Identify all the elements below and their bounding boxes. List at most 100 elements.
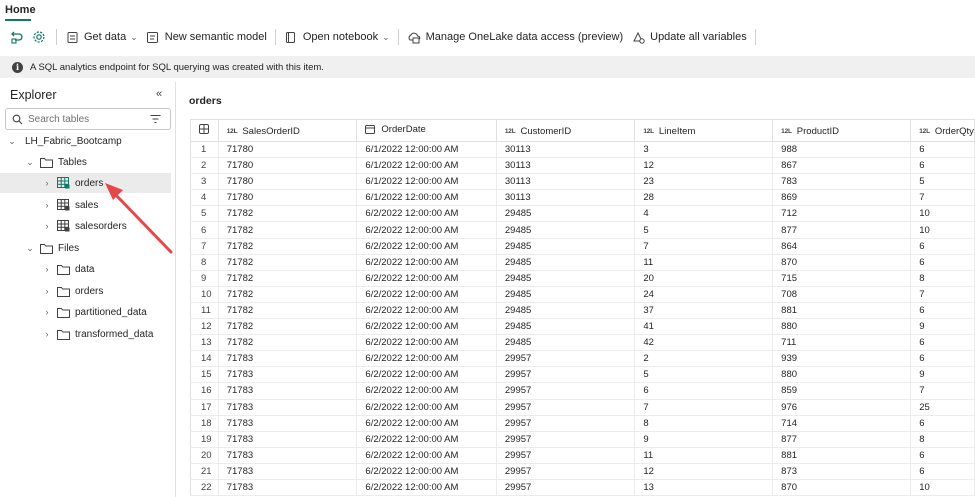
table-cell[interactable]: 881 — [772, 447, 912, 464]
tree-item-table-salesorders[interactable]: › salesorders — [0, 216, 171, 236]
tree-item-table-orders[interactable]: › orders — [0, 173, 171, 193]
table-cell[interactable]: 880 — [772, 366, 912, 384]
table-cell[interactable]: 29485 — [496, 238, 636, 255]
table-cell[interactable]: 877 — [772, 431, 912, 448]
table-cell[interactable]: 2 — [634, 350, 774, 368]
get-data-button[interactable]: Get data ⌄ — [61, 27, 142, 47]
table-cell[interactable]: 25 — [910, 399, 975, 416]
tree-item-table-sales[interactable]: › sales — [0, 195, 171, 215]
table-cell[interactable]: 6/2/2022 12:00:00 AM — [356, 302, 497, 320]
table-cell[interactable]: 5 — [634, 221, 774, 239]
filter-icon[interactable] — [150, 114, 161, 124]
table-cell[interactable]: 7 — [910, 189, 975, 207]
open-notebook-button[interactable]: Open notebook ⌄ — [280, 27, 394, 47]
table-cell[interactable]: 6/2/2022 12:00:00 AM — [356, 205, 497, 223]
table-cell[interactable]: 864 — [772, 238, 912, 255]
table-cell[interactable]: 71782 — [218, 318, 358, 336]
table-cell[interactable]: 29957 — [496, 399, 636, 416]
table-row[interactable]: 17 71783 6/2/2022 12:00:00 AM 29957 7 976 25 — [190, 399, 975, 416]
table-cell[interactable]: 939 — [772, 350, 912, 368]
table-cell[interactable]: 708 — [772, 286, 912, 303]
table-cell[interactable]: 29957 — [496, 366, 636, 384]
table-cell[interactable]: 6/2/2022 12:00:00 AM — [356, 221, 497, 239]
column-header-lineitem[interactable]: 12L LineItem — [634, 119, 774, 142]
table-cell[interactable]: 29485 — [496, 254, 636, 271]
table-cell[interactable]: 880 — [772, 318, 912, 336]
table-row[interactable]: 2 71780 6/1/2022 12:00:00 AM 30113 12 867 6 — [190, 157, 975, 175]
table-cell[interactable]: 9 — [910, 366, 975, 384]
table-cell[interactable]: 6 — [910, 157, 975, 175]
table-cell[interactable]: 71783 — [218, 415, 358, 432]
table-cell[interactable]: 71780 — [218, 141, 358, 159]
column-header-salesorderid[interactable]: 12L SalesOrderID — [217, 119, 358, 142]
table-row[interactable]: 5 71782 6/2/2022 12:00:00 AM 29485 4 712 10 — [190, 205, 975, 223]
table-row[interactable]: 12 71782 6/2/2022 12:00:00 AM 29485 41 880 9 — [190, 318, 975, 336]
table-cell[interactable]: 71782 — [218, 286, 358, 303]
table-row[interactable]: 10 71782 6/2/2022 12:00:00 AM 29485 24 708 7 — [190, 286, 975, 303]
table-cell[interactable]: 29485 — [496, 334, 636, 352]
table-cell[interactable]: 71782 — [218, 270, 358, 287]
table-cell[interactable]: 41 — [634, 318, 774, 336]
table-cell[interactable]: 42 — [634, 334, 774, 352]
table-cell[interactable]: 859 — [772, 382, 912, 400]
table-cell[interactable]: 4 — [634, 205, 774, 223]
table-cell[interactable]: 8 — [634, 415, 774, 432]
table-cell[interactable]: 29957 — [496, 350, 636, 368]
table-row[interactable]: 14 71783 6/2/2022 12:00:00 AM 29957 2 939 6 — [190, 350, 975, 368]
table-cell[interactable]: 13 — [634, 479, 774, 497]
table-cell[interactable]: 71782 — [218, 254, 358, 271]
table-cell[interactable]: 7 — [634, 238, 774, 255]
tree-item-files-folder[interactable]: ⌄ Files — [0, 238, 171, 258]
table-cell[interactable]: 29485 — [496, 302, 636, 320]
table-row[interactable]: 18 71783 6/2/2022 12:00:00 AM 29957 8 714 6 — [190, 415, 975, 432]
table-row[interactable]: 11 71782 6/2/2022 12:00:00 AM 29485 37 881 6 — [190, 302, 975, 320]
tree-item-tables-folder[interactable]: ⌄ Tables — [0, 152, 171, 172]
table-row[interactable]: 15 71783 6/2/2022 12:00:00 AM 29957 5 880 9 — [190, 366, 975, 384]
table-cell[interactable]: 29485 — [496, 318, 636, 336]
table-cell[interactable]: 29485 — [496, 205, 636, 223]
select-all-icon[interactable] — [190, 119, 219, 142]
column-header-customerid[interactable]: 12L CustomerID — [495, 119, 636, 142]
table-cell[interactable]: 6/2/2022 12:00:00 AM — [356, 382, 497, 400]
tree-item-lakehouse[interactable]: ⌄ LH_Fabric_Bootcamp — [0, 131, 171, 151]
table-cell[interactable]: 10 — [910, 221, 975, 239]
table-cell[interactable]: 7 — [910, 382, 975, 400]
table-cell[interactable]: 867 — [772, 157, 912, 175]
table-row[interactable]: 3 71780 6/1/2022 12:00:00 AM 30113 23 783 5 — [190, 173, 975, 191]
table-cell[interactable]: 28 — [634, 189, 774, 207]
table-cell[interactable]: 6/2/2022 12:00:00 AM — [356, 270, 497, 287]
table-cell[interactable]: 12 — [634, 157, 774, 175]
table-cell[interactable]: 877 — [772, 221, 912, 239]
table-cell[interactable]: 783 — [772, 173, 912, 191]
table-cell[interactable]: 6 — [910, 447, 975, 464]
table-cell[interactable]: 24 — [634, 286, 774, 303]
table-cell[interactable]: 6/2/2022 12:00:00 AM — [356, 254, 497, 271]
tree-item-folder-data[interactable]: › data — [0, 259, 171, 279]
table-cell[interactable]: 71782 — [218, 238, 358, 255]
table-cell[interactable]: 29957 — [496, 479, 636, 497]
table-row[interactable]: 8 71782 6/2/2022 12:00:00 AM 29485 11 870 6 — [190, 254, 975, 271]
tree-item-folder-partitioned-data[interactable]: › partitioned_data — [0, 302, 171, 322]
table-cell[interactable]: 29957 — [496, 447, 636, 464]
tree-item-folder-orders[interactable]: › orders — [0, 281, 171, 301]
search-input[interactable]: Search tables — [5, 108, 171, 130]
table-row[interactable]: 13 71782 6/2/2022 12:00:00 AM 29485 42 711 6 — [190, 334, 975, 352]
table-cell[interactable]: 71782 — [218, 302, 358, 320]
table-cell[interactable]: 71783 — [218, 399, 358, 416]
table-cell[interactable]: 6 — [910, 302, 975, 320]
table-cell[interactable]: 71782 — [218, 221, 358, 239]
table-cell[interactable]: 71780 — [218, 189, 358, 207]
table-cell[interactable]: 9 — [910, 318, 975, 336]
table-cell[interactable]: 6/2/2022 12:00:00 AM — [356, 431, 497, 448]
table-cell[interactable]: 10 — [910, 479, 975, 497]
table-cell[interactable]: 6/1/2022 12:00:00 AM — [356, 189, 497, 207]
tree-item-folder-transformed-data[interactable]: › transformed_data — [0, 324, 171, 344]
table-cell[interactable]: 873 — [772, 463, 912, 480]
table-cell[interactable]: 6/1/2022 12:00:00 AM — [356, 173, 497, 191]
table-cell[interactable]: 7 — [910, 286, 975, 303]
table-cell[interactable]: 71783 — [218, 447, 358, 464]
table-cell[interactable]: 71782 — [218, 205, 358, 223]
table-cell[interactable]: 9 — [634, 431, 774, 448]
table-row[interactable]: 20 71783 6/2/2022 12:00:00 AM 29957 11 881 6 — [190, 447, 975, 464]
table-row[interactable]: 19 71783 6/2/2022 12:00:00 AM 29957 9 877 8 — [190, 431, 975, 448]
